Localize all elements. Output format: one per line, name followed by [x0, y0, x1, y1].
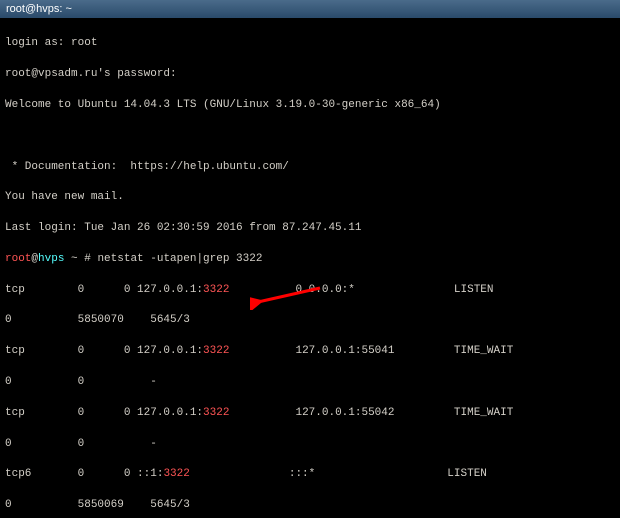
- netstat-row: tcp 0 0 127.0.0.1:3322 127.0.0.1:55041 T…: [5, 344, 615, 359]
- password-line: root@vpsadm.ru's password:: [5, 67, 615, 82]
- window-title: root@hvps: ~: [6, 3, 72, 15]
- prompt-host: hvps: [38, 253, 64, 265]
- netstat-row: tcp 0 0 127.0.0.1:3322 0.0.0.0:* LISTEN: [5, 283, 615, 298]
- prompt-hash: ~ #: [64, 253, 97, 265]
- window-title-bar: root@hvps: ~: [0, 0, 620, 18]
- netstat-row: 0 0 -: [5, 375, 615, 390]
- netstat-row: 0 5850069 5645/3: [5, 498, 615, 513]
- terminal-area[interactable]: login as: root root@vpsadm.ru's password…: [0, 18, 620, 518]
- mail-line: You have new mail.: [5, 190, 615, 205]
- login-line: login as: root: [5, 36, 615, 51]
- blank: [5, 129, 615, 144]
- prompt-line-1: root@hvps ~ # netstat -utapen|grep 3322: [5, 252, 615, 267]
- netstat-row: 0 5850070 5645/3: [5, 313, 615, 328]
- command-netstat: netstat -utapen|grep 3322: [97, 253, 262, 265]
- prompt-user: root: [5, 253, 31, 265]
- doc-line: * Documentation: https://help.ubuntu.com…: [5, 160, 615, 175]
- last-login-line: Last login: Tue Jan 26 02:30:59 2016 fro…: [5, 221, 615, 236]
- welcome-line: Welcome to Ubuntu 14.04.3 LTS (GNU/Linux…: [5, 98, 615, 113]
- netstat-row: tcp 0 0 127.0.0.1:3322 127.0.0.1:55042 T…: [5, 406, 615, 421]
- netstat-row: 0 0 -: [5, 437, 615, 452]
- netstat-row: tcp6 0 0 ::1:3322 :::* LISTEN: [5, 467, 615, 482]
